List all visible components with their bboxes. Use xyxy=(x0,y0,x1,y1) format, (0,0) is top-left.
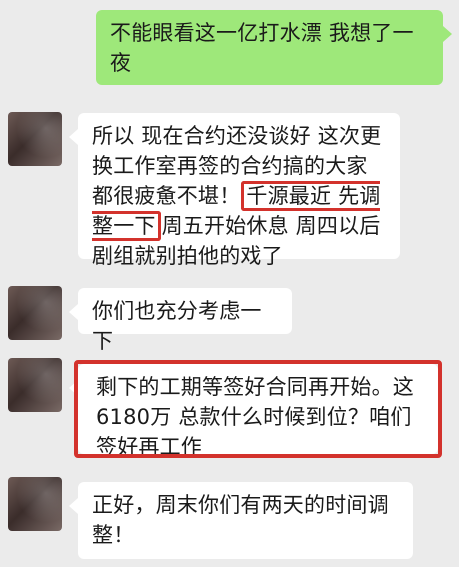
contact-avatar[interactable] xyxy=(8,477,62,531)
message-text: 不能眼看这一亿打水漂 我想了一夜 xyxy=(110,21,414,75)
chat-conversation: 不能眼看这一亿打水漂 我想了一夜 所以 现在合约还没谈好 这次更换工作室再签的合… xyxy=(0,0,459,567)
contact-avatar[interactable] xyxy=(8,286,62,340)
contact-avatar[interactable] xyxy=(8,112,62,166)
incoming-message-bubble[interactable]: 你们也充分考虑一下 xyxy=(69,288,292,353)
incoming-message-bubble[interactable]: 剩下的工期等签好合同再开始。这6180万 总款什么时候到位？咱们签好再工作 xyxy=(69,364,438,459)
message-text: 你们也充分考虑一下 xyxy=(92,299,262,353)
message-text: 剩下的工期等签好合同再开始。这6180万 总款什么时候到位？咱们签好再工作 xyxy=(96,375,414,459)
message-text: 正好，周末你们有两天的时间调整！ xyxy=(92,493,389,547)
incoming-message-bubble[interactable]: 正好，周末你们有两天的时间调整！ xyxy=(69,482,413,559)
contact-avatar[interactable] xyxy=(8,358,62,412)
incoming-message-bubble[interactable]: 所以 现在合约还没谈好 这次更换工作室再签的合约搞的大家都很疲惫不堪！ 千源最近 … xyxy=(69,113,400,268)
outgoing-message-bubble[interactable]: 不能眼看这一亿打水漂 我想了一夜 xyxy=(96,10,452,85)
